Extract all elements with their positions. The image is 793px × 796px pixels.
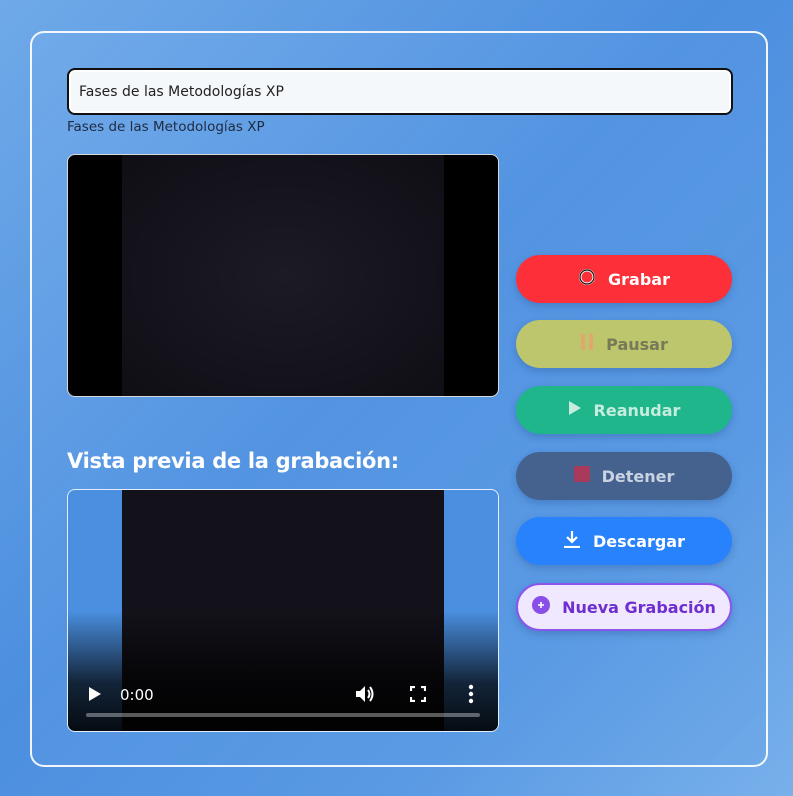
fullscreen-icon[interactable]: [409, 685, 427, 703]
more-options-icon[interactable]: [468, 684, 474, 704]
pause-button-label: Pausar: [606, 334, 668, 354]
stop-button-label: Detener: [601, 466, 675, 486]
play-icon: [568, 400, 582, 420]
download-button-label: Descargar: [593, 531, 685, 551]
preview-video[interactable]: 0:00: [67, 489, 499, 732]
preview-heading: Vista previa de la grabación:: [67, 449, 399, 473]
play-icon[interactable]: [88, 686, 102, 702]
download-button[interactable]: Descargar: [516, 517, 732, 565]
live-video-frame: [122, 155, 444, 396]
live-camera-video: [67, 154, 499, 397]
record-button[interactable]: Grabar: [516, 255, 732, 303]
new-recording-button[interactable]: Nueva Grabación: [516, 583, 732, 631]
volume-icon[interactable]: [354, 684, 376, 704]
recorder-card: Fases de las Metodologías XP Vista previ…: [30, 31, 768, 767]
stop-button[interactable]: Detener: [516, 452, 732, 500]
new-recording-button-label: Nueva Grabación: [562, 597, 716, 617]
record-button-label: Grabar: [608, 269, 670, 289]
download-icon: [563, 530, 581, 552]
resume-button-label: Reanudar: [593, 400, 681, 420]
current-time: 0:00: [120, 686, 154, 704]
title-input[interactable]: [67, 68, 733, 115]
stop-square-icon: [573, 466, 590, 486]
pause-icon: [580, 333, 594, 355]
video-controls: 0:00: [68, 671, 498, 731]
plus-circle-icon: [532, 596, 551, 618]
pause-button[interactable]: Pausar: [516, 320, 732, 368]
resume-button[interactable]: Reanudar: [516, 386, 732, 434]
progress-bar[interactable]: [86, 713, 480, 717]
record-circle-icon: [578, 268, 596, 290]
title-label: Fases de las Metodologías XP: [67, 119, 265, 135]
